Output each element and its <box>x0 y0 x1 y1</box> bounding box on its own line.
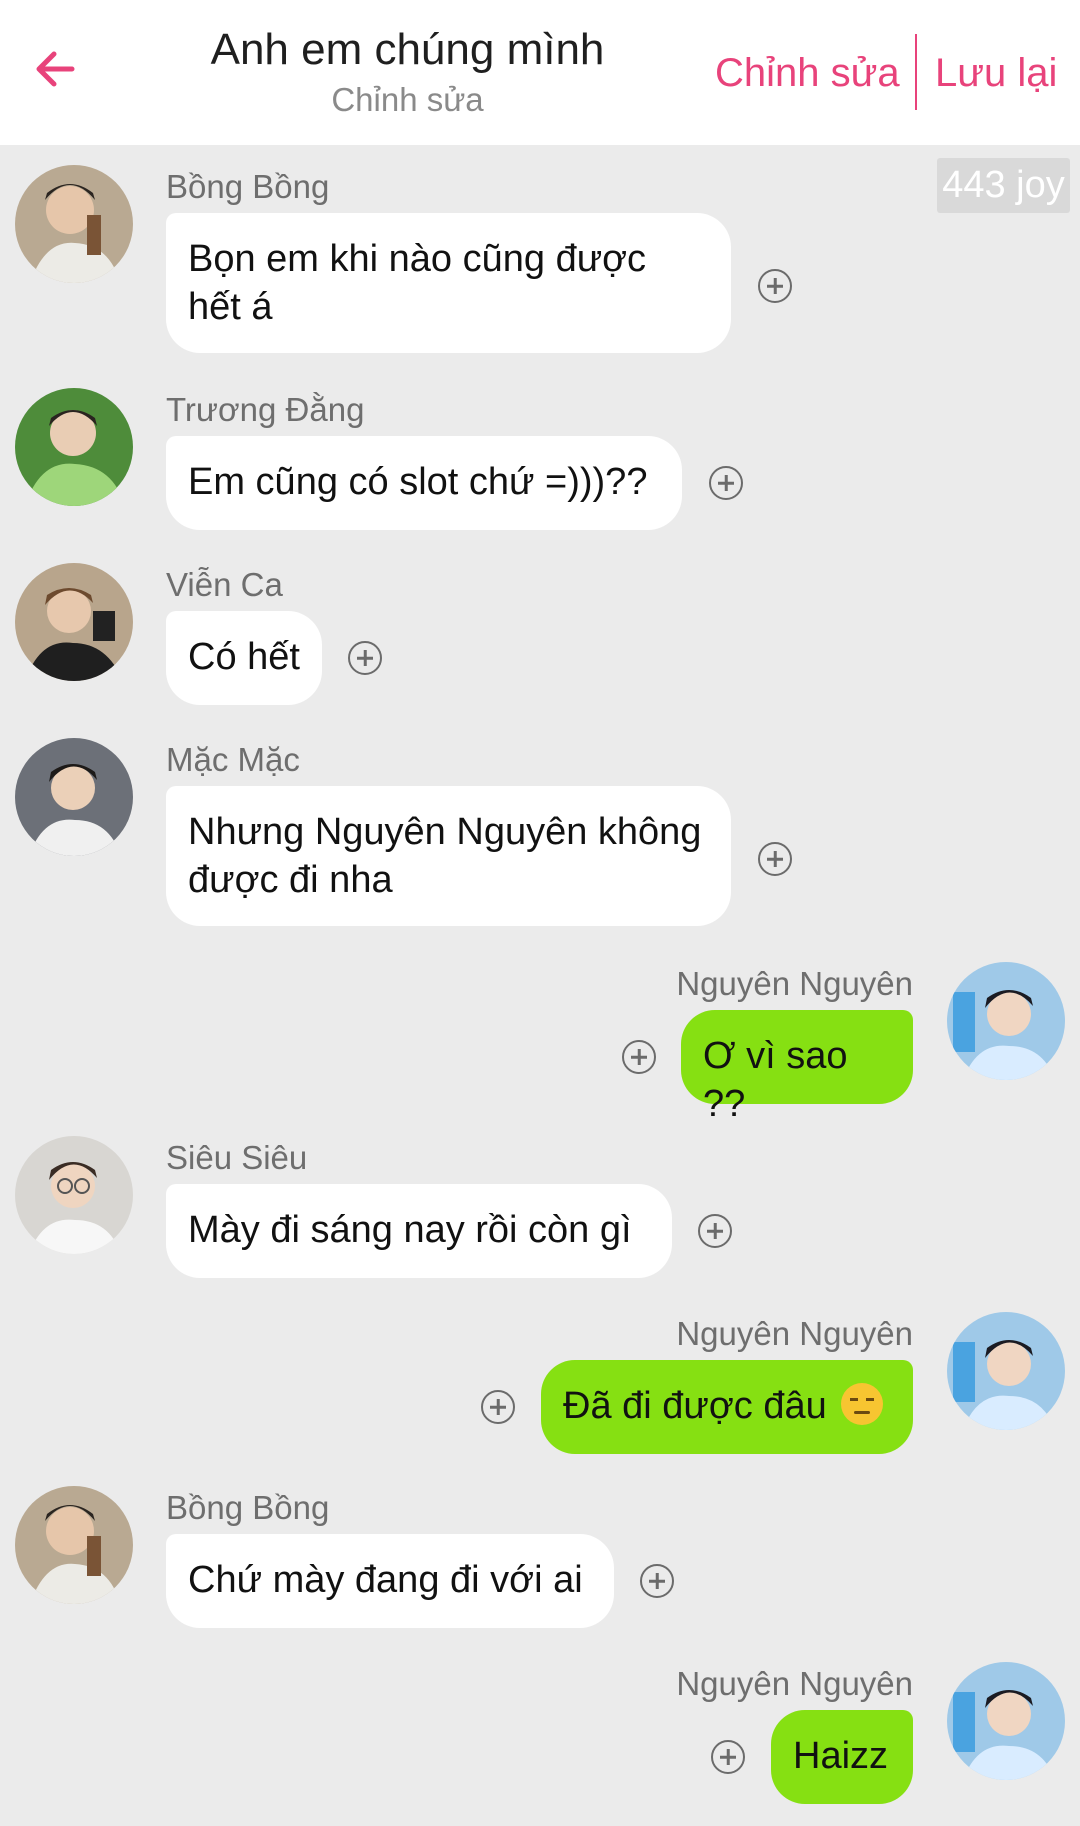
message-bubble[interactable]: Chứ mày đang đi với ai <box>166 1534 614 1628</box>
arrow-left-icon <box>36 51 75 87</box>
message-bubble[interactable]: Haizz <box>771 1710 913 1804</box>
avatar[interactable] <box>15 1486 133 1604</box>
message-row: Nguyên Nguyên Đã đi được đâu <box>0 1312 1080 1462</box>
message-bubble[interactable]: Nhưng Nguyên Nguyên không được đi nha <box>166 786 731 926</box>
avatar[interactable] <box>947 962 1065 1080</box>
add-reaction-icon[interactable] <box>758 269 792 303</box>
add-reaction-icon[interactable] <box>481 1390 515 1424</box>
avatar[interactable] <box>15 1136 133 1254</box>
chat-subtitle: Chỉnh sửa <box>331 81 484 118</box>
header-bar: Anh em chúng mình Chỉnh sửa Chỉnh sửa Lư… <box>0 0 1080 145</box>
message-row: Viễn Ca Có hết <box>0 563 1080 713</box>
pensive-face-icon <box>841 1383 884 1425</box>
save-button[interactable]: Lưu lại <box>935 48 1057 98</box>
message-bubble[interactable]: Ơ vì sao ?? <box>681 1010 913 1125</box>
add-reaction-icon[interactable] <box>348 641 382 675</box>
avatar[interactable] <box>15 738 133 856</box>
add-reaction-icon[interactable] <box>709 466 743 500</box>
avatar[interactable] <box>15 388 133 506</box>
sender-name: Viễn Ca <box>166 566 283 603</box>
sender-name: Trương Đằng <box>166 391 365 428</box>
message-bubble[interactable]: Đã đi được đâu <box>541 1360 913 1454</box>
sender-name: Nguyên Nguyên <box>676 965 913 1002</box>
message-text: Đã đi được đâu <box>563 1385 827 1427</box>
message-row: Mặc Mặc Nhưng Nguyên Nguyên không được đ… <box>0 738 1080 938</box>
message-row: Nguyên Nguyên Haizz <box>0 1662 1080 1812</box>
add-reaction-icon[interactable] <box>758 842 792 876</box>
back-button[interactable] <box>30 44 90 100</box>
chat-title: Anh em chúng mình <box>210 25 605 74</box>
message-bubble[interactable]: Có hết <box>166 611 322 705</box>
avatar[interactable] <box>15 563 133 681</box>
sender-name: Mặc Mặc <box>166 741 300 778</box>
add-reaction-icon[interactable] <box>711 1740 745 1774</box>
add-reaction-icon[interactable] <box>622 1040 656 1074</box>
message-bubble[interactable]: Em cũng có slot chứ =)))?? <box>166 436 682 530</box>
add-reaction-icon[interactable] <box>640 1564 674 1598</box>
sender-name: Bồng Bồng <box>166 1489 330 1526</box>
sender-name: Siêu Siêu <box>166 1139 308 1176</box>
message-bubble[interactable]: Bọn em khi nào cũng được hết á <box>166 213 731 353</box>
add-reaction-icon[interactable] <box>698 1214 732 1248</box>
sender-name: Nguyên Nguyên <box>676 1665 913 1702</box>
message-row: Bồng Bồng Bọn em khi nào cũng được hết á <box>0 165 1080 365</box>
title-block: Anh em chúng mình Chỉnh sửa <box>200 22 615 122</box>
message-row: Nguyên Nguyên Ơ vì sao ?? <box>0 962 1080 1125</box>
message-bubble[interactable]: Mày đi sáng nay rồi còn gì <box>166 1184 672 1278</box>
avatar[interactable] <box>15 165 133 283</box>
message-row: Trương Đằng Em cũng có slot chứ =)))?? <box>0 388 1080 538</box>
avatar[interactable] <box>947 1312 1065 1430</box>
message-row: Bồng Bồng Chứ mày đang đi với ai <box>0 1486 1080 1636</box>
message-row: Siêu Siêu Mày đi sáng nay rồi còn gì <box>0 1136 1080 1286</box>
sender-name: Nguyên Nguyên <box>676 1315 913 1352</box>
edit-button[interactable]: Chỉnh sửa <box>715 48 900 98</box>
avatar[interactable] <box>947 1662 1065 1780</box>
header-divider <box>915 34 917 110</box>
sender-name: Bồng Bồng <box>166 168 330 205</box>
